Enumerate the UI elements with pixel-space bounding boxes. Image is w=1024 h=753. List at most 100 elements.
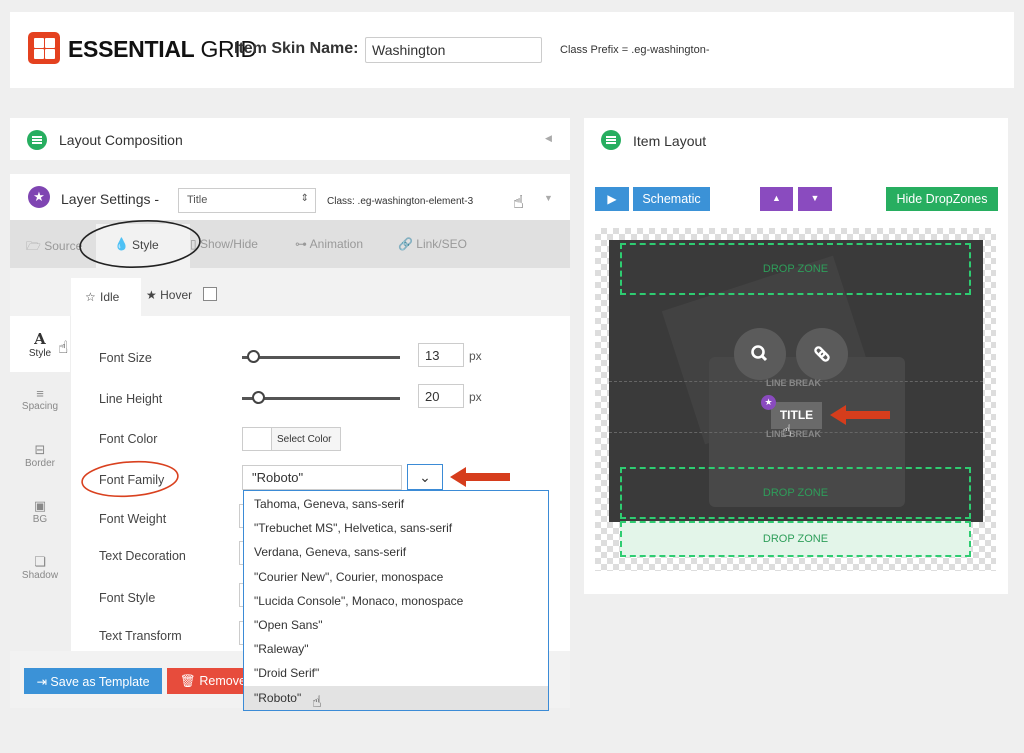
select-color-button[interactable]: Select Color (271, 427, 341, 451)
font-size-input[interactable]: 13 (418, 343, 464, 367)
font-style-label: Font Style (99, 591, 156, 605)
font-option[interactable]: "Droid Serif" (244, 661, 548, 685)
caret-down-icon: ▼ (810, 193, 820, 203)
font-option[interactable]: "Courier New", Courier, monospace (244, 565, 548, 589)
link-icon (814, 346, 830, 362)
font-option[interactable]: Tahoma, Geneva, sans-serif (244, 492, 548, 516)
sidebar-bg[interactable]: ▣ BG (10, 498, 70, 525)
class-prefix-text: Class Prefix = .eg-washington- (560, 44, 710, 56)
remove-button[interactable]: 🗑 Remove (167, 668, 253, 694)
star-outline-icon: ☆ (85, 290, 96, 304)
search-circle-button[interactable] (734, 328, 786, 380)
play-icon: ▶ (607, 192, 617, 206)
layout-composition-title: Layout Composition (59, 132, 183, 148)
select-updown-icon: ⇕ (300, 193, 309, 204)
hand-cursor-icon: ☝ (782, 423, 792, 440)
link-circle-button[interactable] (796, 328, 848, 380)
font-option[interactable]: "Raleway" (244, 637, 548, 661)
sidebar-border[interactable]: ⊟ Border (10, 442, 70, 469)
collapse-arrow-icon[interactable]: ◀ (545, 133, 552, 144)
search-icon (751, 345, 768, 362)
font-size-slider-track[interactable] (242, 356, 400, 359)
hover-checkbox[interactable] (203, 287, 217, 301)
layer-select[interactable]: Title ⇕ (178, 188, 316, 213)
skin-name-input[interactable]: Washington (365, 37, 542, 63)
title-layer-element[interactable]: TITLE (771, 402, 822, 429)
link-icon: 🔗 (398, 237, 413, 251)
chevron-down-icon: ⌄ (419, 469, 431, 485)
menu-icon (601, 130, 621, 150)
drop-zone-bottom[interactable]: DROP ZONE (620, 521, 971, 557)
line-height-input[interactable]: 20 (418, 384, 464, 408)
hand-cursor-icon: ☝ (513, 192, 524, 212)
font-color-swatch[interactable] (242, 427, 272, 451)
star-icon: ★ (761, 395, 776, 410)
font-option[interactable]: "Trebuchet MS", Helvetica, sans-serif (244, 516, 548, 540)
font-size-slider-handle[interactable] (247, 350, 260, 363)
skin-name-label: Item Skin Name: (234, 40, 359, 57)
layer-tabs-bar: 🗁 Source 💧 Style ▯ Show/Hide ⊶ Animation… (10, 220, 570, 268)
shadow-icon: ❏ (34, 554, 46, 569)
font-family-dropdown-button[interactable]: ⌄ (407, 464, 443, 490)
drop-zone-middle[interactable]: DROP ZONE (620, 467, 971, 519)
red-arrow-annotation (830, 405, 890, 425)
page-icon: ▯ (190, 237, 197, 251)
toggle-icon: ⊶ (295, 237, 307, 251)
move-up-button[interactable]: ▲ (760, 187, 793, 211)
item-layout-panel: Item Layout ▶ Schematic ▲ ▼ Hide DropZon… (584, 118, 1008, 594)
font-option[interactable]: "Lucida Console", Monaco, monospace (244, 589, 548, 613)
trash-icon: 🗑 (180, 674, 196, 688)
tab-show-hide[interactable]: ▯ Show/Hide (190, 237, 258, 251)
tab-idle[interactable]: ☆ Idle (71, 278, 141, 316)
logo-text: ESSENTIAL GRID (68, 36, 257, 62)
line-break-label: LINE BREAK (766, 429, 822, 439)
line-height-label: Line Height (99, 392, 163, 406)
hand-cursor-icon: ☝ (58, 338, 69, 357)
move-down-button[interactable]: ▼ (798, 187, 832, 211)
hand-drawn-circle-annotation (79, 220, 201, 268)
line-height-unit: px (469, 390, 482, 404)
sidebar-spacing[interactable]: ≡ Spacing (10, 386, 70, 412)
font-weight-label: Font Weight (99, 512, 167, 526)
font-size-unit: px (469, 349, 482, 363)
font-family-input[interactable]: "Roboto" (242, 465, 402, 490)
item-layout-title: Item Layout (633, 133, 707, 149)
tab-link-seo[interactable]: 🔗 Link/SEO (398, 237, 467, 251)
line-break-label: LINE BREAK (766, 378, 822, 388)
expand-arrow-icon[interactable]: ▼ (544, 193, 553, 203)
line-height-slider-track[interactable] (242, 397, 400, 400)
caret-up-icon: ▲ (772, 193, 781, 203)
layer-class-text: Class: .eg-washington-element-3 (327, 196, 474, 207)
image-icon: ▣ (33, 498, 47, 513)
align-icon: ≡ (36, 386, 44, 401)
border-icon: ⊟ (34, 442, 46, 457)
play-button[interactable]: ▶ (595, 187, 629, 211)
hide-dropzones-button[interactable]: Hide DropZones (886, 187, 998, 211)
menu-icon (27, 130, 47, 150)
font-option[interactable]: Verdana, Geneva, sans-serif (244, 540, 548, 564)
text-decoration-label: Text Decoration (99, 549, 186, 563)
export-icon: ⇥ (36, 675, 47, 689)
layout-composition-panel[interactable]: Layout Composition ◀ (10, 118, 570, 160)
hand-cursor-icon: ☝ (312, 694, 322, 711)
tab-source[interactable]: 🗁 Source (26, 237, 82, 258)
hand-drawn-circle-annotation (81, 460, 179, 498)
save-as-template-button[interactable]: ⇥ Save as Template (24, 668, 162, 694)
tab-hover[interactable]: ★ Hover (146, 288, 192, 302)
font-size-label: Font Size (99, 351, 152, 365)
schematic-button[interactable]: Schematic (633, 187, 710, 211)
font-option-selected[interactable]: "Roboto" (244, 686, 548, 710)
header-bar: ESSENTIAL GRID Item Skin Name: Washingto… (10, 12, 1014, 88)
font-option[interactable]: "Open Sans" (244, 613, 548, 637)
red-arrow-annotation (450, 467, 510, 487)
layer-settings-title: Layer Settings - (61, 191, 160, 207)
line-height-slider-handle[interactable] (252, 391, 265, 404)
drop-zone-top[interactable]: DROP ZONE (620, 243, 971, 295)
tab-animation[interactable]: ⊶ Animation (295, 237, 363, 251)
folder-icon: 🗁 (26, 239, 41, 253)
sidebar-shadow[interactable]: ❏ Shadow (10, 554, 70, 581)
essential-grid-logo-icon (28, 32, 60, 64)
font-family-dropdown-list[interactable]: Tahoma, Geneva, sans-serif "Trebuchet MS… (243, 490, 549, 711)
text-transform-label: Text Transform (99, 629, 182, 643)
star-icon: ★ (146, 288, 157, 302)
